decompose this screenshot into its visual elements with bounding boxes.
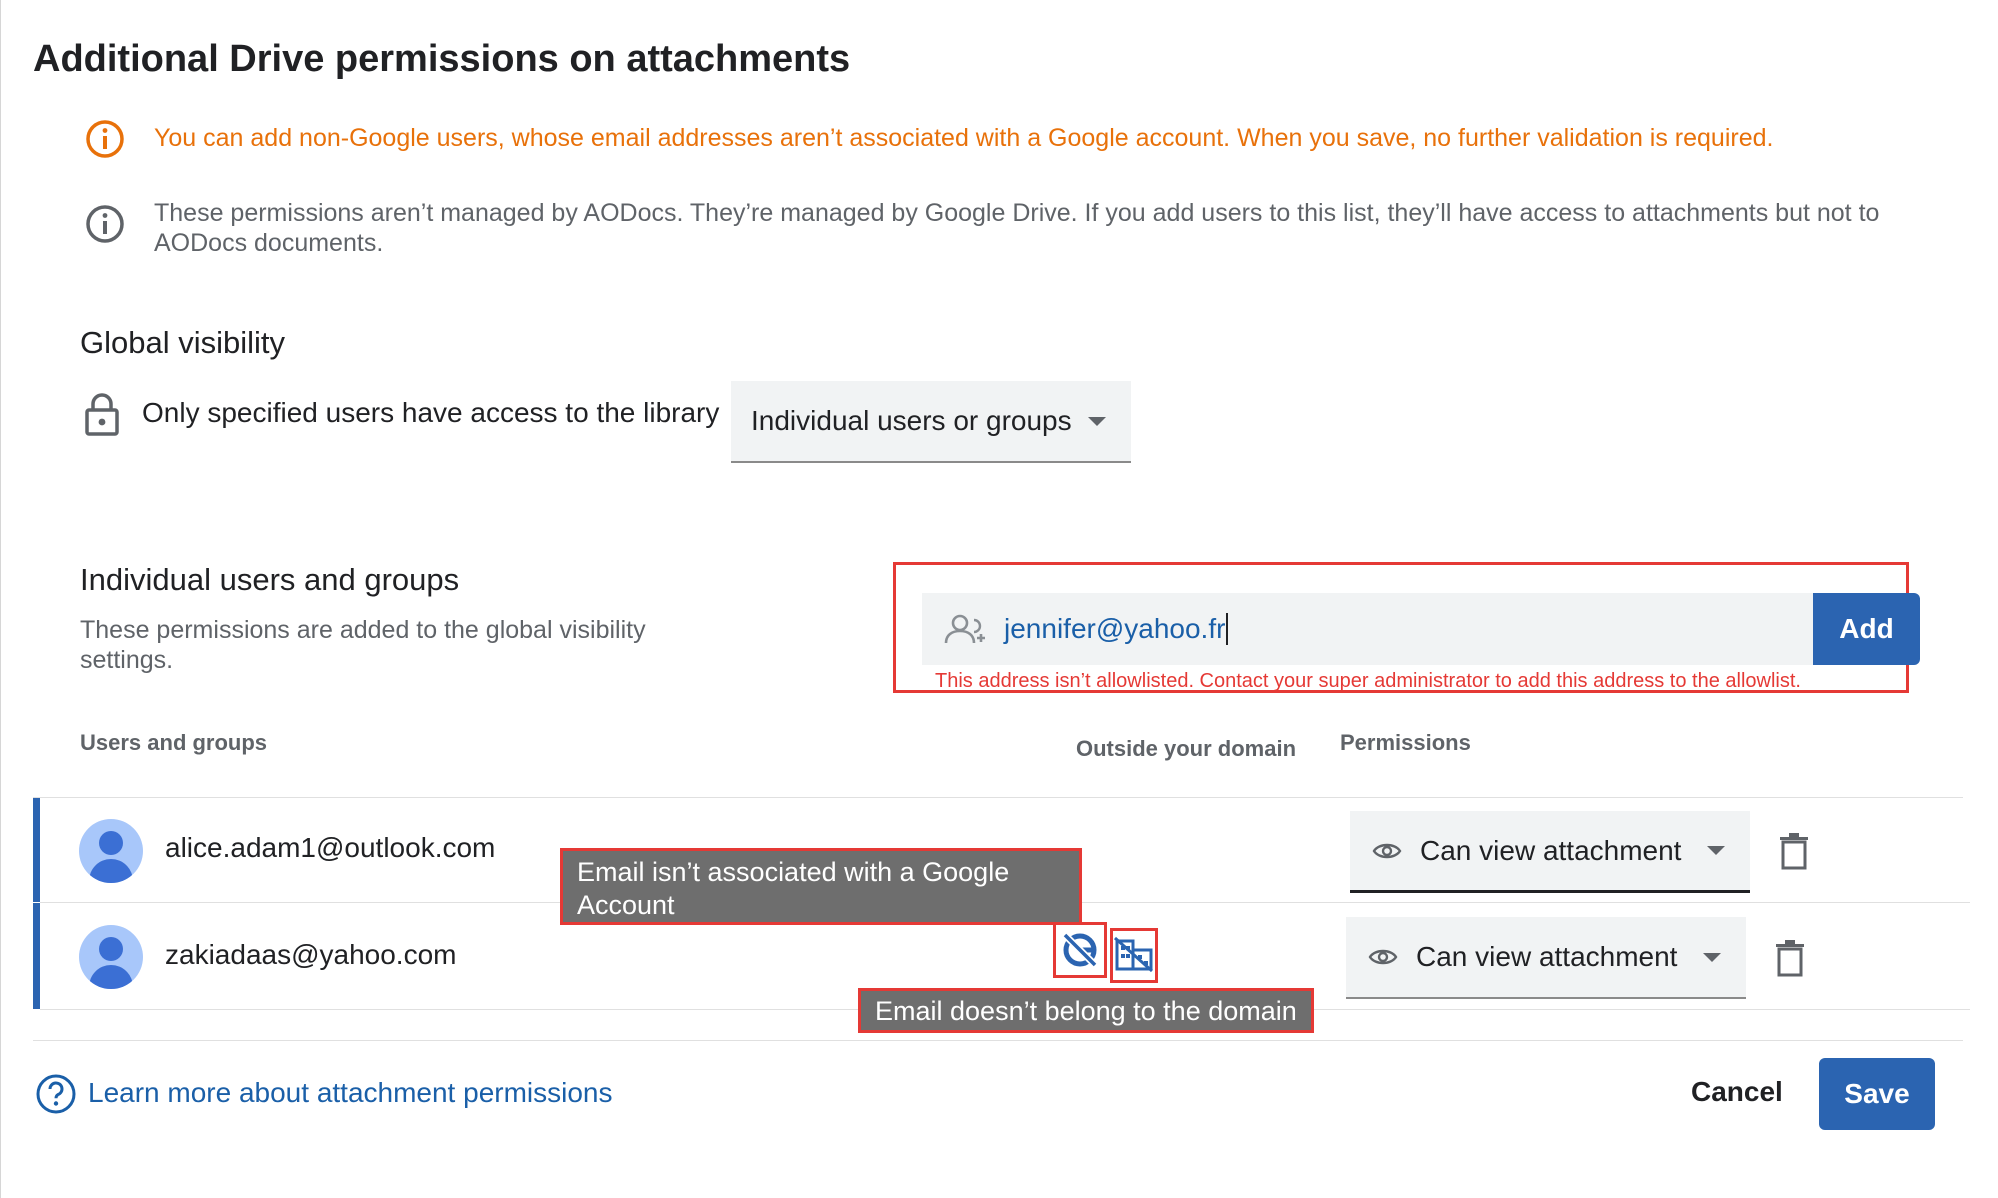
info-notice: These permissions aren’t managed by AODo… [84, 198, 1974, 258]
individual-users-description: These permissions are added to the globa… [80, 616, 646, 674]
permission-value: Can view attachment [1416, 941, 1678, 972]
permission-value: Can view attachment [1420, 834, 1682, 866]
text-cursor [1226, 613, 1229, 645]
trash-icon[interactable] [1775, 939, 1805, 977]
add-person-icon [944, 614, 985, 644]
avatar [79, 819, 143, 883]
row-email: zakiadaas@yahoo.com [165, 939, 457, 970]
row-email: alice.adam1@outlook.com [165, 832, 496, 863]
error-message: This address isn’t allowlisted. Contact … [935, 670, 1801, 692]
email-input[interactable]: jennifer@yahoo.fr [922, 593, 1813, 665]
warning-info-icon [86, 120, 124, 158]
save-button[interactable]: Save [1819, 1058, 1935, 1130]
global-visibility-select[interactable]: Individual users or groups [731, 381, 1131, 463]
individual-users-heading: Individual users and groups [80, 562, 460, 597]
lock-icon [85, 393, 119, 436]
eye-icon [1372, 843, 1402, 858]
permission-select[interactable]: Can view attachment [1346, 917, 1746, 999]
chevron-down-icon [1703, 952, 1722, 962]
avatar [79, 925, 143, 989]
chevron-down-icon [1707, 846, 1726, 855]
warning-text: You can add non-Google users, whose emai… [154, 124, 1774, 152]
column-header-outside-domain: Outside your domain [1076, 736, 1297, 761]
learn-more-link[interactable]: Learn more about attachment permissions [88, 1077, 613, 1109]
warning-notice: You can add non-Google users, whose emai… [84, 118, 1773, 160]
chevron-down-icon [1087, 416, 1106, 426]
email-input-value: jennifer@yahoo.fr [1004, 613, 1226, 644]
global-visibility-description: Only specified users have access to the … [142, 397, 720, 428]
info-icon [86, 205, 124, 243]
tooltip-no-google: Email isn’t associated with a Google Acc… [560, 848, 1082, 925]
dialog-title: Additional Drive permissions on attachme… [33, 38, 851, 80]
row-accent-bar [33, 903, 40, 1009]
column-header-permissions: Permissions [1340, 730, 1471, 755]
column-header-users: Users and groups [80, 730, 268, 755]
no-google-icon [1062, 932, 1098, 968]
eye-icon [1368, 949, 1398, 965]
cancel-button[interactable]: Cancel [1685, 1075, 1789, 1109]
permission-select[interactable]: Can view attachment [1350, 811, 1750, 893]
trash-icon[interactable] [1779, 832, 1809, 870]
dialog-left-border [0, 0, 1, 1198]
footer-divider [33, 1040, 1963, 1041]
table-divider [33, 797, 1963, 798]
add-button[interactable]: Add [1813, 593, 1920, 665]
tooltip-outside-domain: Email doesn’t belong to the domain [858, 988, 1314, 1033]
info-text: These permissions aren’t managed by AODo… [154, 199, 1880, 257]
row-accent-bar [33, 798, 40, 902]
help-icon[interactable] [35, 1073, 77, 1115]
global-visibility-selected: Individual users or groups [751, 405, 1072, 436]
no-domain-icon [1114, 936, 1153, 973]
global-visibility-heading: Global visibility [80, 325, 286, 360]
